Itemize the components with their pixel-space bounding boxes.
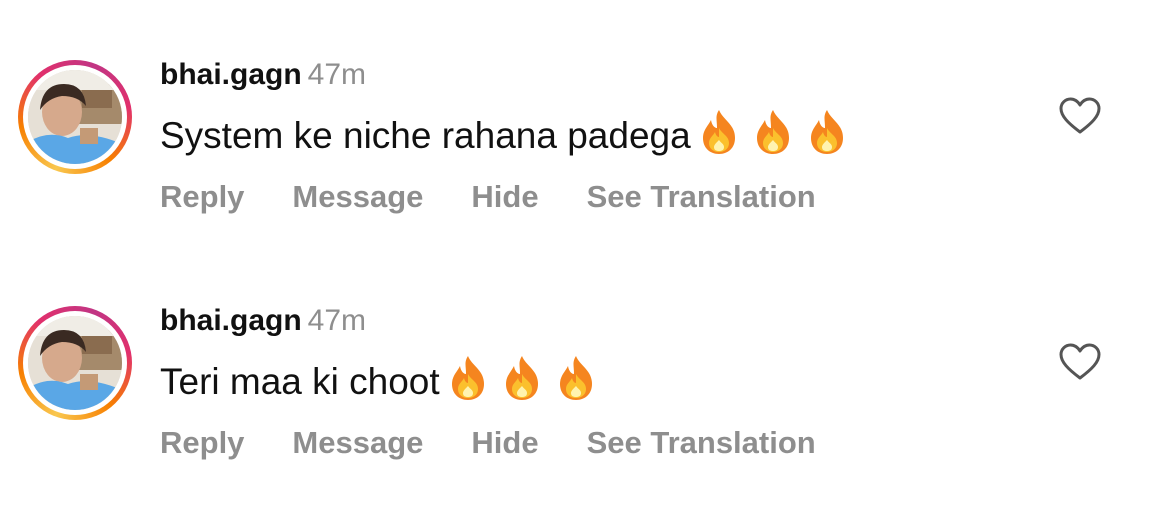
fire-emoji-icon <box>505 356 538 400</box>
comment-username[interactable]: bhai.gagn <box>160 304 302 337</box>
hide-button[interactable]: Hide <box>471 422 538 464</box>
fire-emoji-icon <box>702 110 735 154</box>
see-translation-button[interactable]: See Translation <box>587 422 816 464</box>
fire-emoji-icon <box>559 356 592 400</box>
comment-meta: bhai.gagn 47m <box>160 55 366 95</box>
comment-actions: Reply Message Hide See Translation <box>160 422 864 464</box>
avatar-ring-gap <box>23 311 127 415</box>
emoji-group <box>446 354 608 414</box>
comment-timestamp: 47m <box>307 58 367 91</box>
comment-actions: Reply Message Hide See Translation <box>160 176 864 218</box>
message-button[interactable]: Message <box>292 176 423 218</box>
comment-text-line: Teri maa ki choot <box>160 354 608 414</box>
heart-outline-icon[interactable] <box>1058 96 1102 136</box>
comment-meta: bhai.gagn 47m <box>160 301 366 341</box>
avatar <box>28 316 122 410</box>
hide-button[interactable]: Hide <box>471 176 538 218</box>
avatar-ring-gap <box>23 65 127 169</box>
reply-button[interactable]: Reply <box>160 422 244 464</box>
comment-item: bhai.gagn 47m System ke niche rahana pade… <box>0 0 1157 214</box>
avatar-story-ring[interactable] <box>18 306 132 420</box>
fire-emoji-icon <box>756 110 789 154</box>
reply-button[interactable]: Reply <box>160 176 244 218</box>
avatar <box>28 70 122 164</box>
comment-username[interactable]: bhai.gagn <box>160 58 302 91</box>
avatar-story-ring[interactable] <box>18 60 132 174</box>
fire-emoji-icon <box>810 110 843 154</box>
comment-timestamp: 47m <box>307 304 367 337</box>
emoji-group <box>697 108 859 168</box>
message-button[interactable]: Message <box>292 422 423 464</box>
comment-text-line: System ke niche rahana padega <box>160 108 859 168</box>
heart-outline-icon[interactable] <box>1058 342 1102 382</box>
see-translation-button[interactable]: See Translation <box>587 176 816 218</box>
fire-emoji-icon <box>451 356 484 400</box>
comment-text: System ke niche rahana padega <box>160 115 691 156</box>
comment-text: Teri maa ki choot <box>160 361 440 402</box>
comment-item: bhai.gagn 47m Teri maa ki choot Reply Mess… <box>0 246 1157 460</box>
